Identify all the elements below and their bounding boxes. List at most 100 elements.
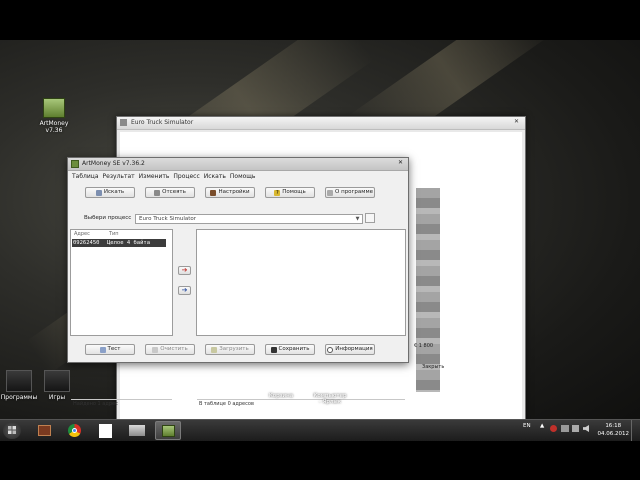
process-value: Euro Truck Simulator [139,216,197,222]
taskbar: EN ▲ 16:18 04.06.2012 [0,419,640,441]
address-table-panel[interactable]: В таблице 0 адресов [196,229,406,407]
taskbar-app-ets[interactable] [124,421,150,440]
folder-games[interactable]: Игры [40,370,74,401]
close-icon[interactable]: ✕ [396,159,405,167]
antivirus-icon[interactable] [550,425,557,432]
about-icon [327,189,334,196]
folder-label: Программы [0,394,38,401]
move-all-button[interactable]: ➔ [178,286,191,295]
ets-titlebar[interactable]: Euro Truck Simulator ✕ [117,117,525,130]
taskbar-app-artmoney[interactable] [155,421,181,440]
search-results-panel[interactable]: Адрес Тип 09262450 Целое 4 байта Найдено… [70,229,173,407]
clear-button[interactable]: Очистить [145,344,195,355]
process-label: Выбери процесс [84,215,132,221]
start-button[interactable] [3,422,21,439]
search-icon [95,189,102,196]
info-button-label: Информация [335,346,373,352]
ets-title: Euro Truck Simulator [131,119,194,126]
arrow-right-icon: ➔ [181,286,188,294]
clock-date: 04.06.2012 [597,431,630,437]
about-button-label: О программе [335,189,373,195]
folder-programs[interactable]: Программы [0,370,38,401]
row-type: Целое 4 байта [107,240,151,246]
ets-app-icon [120,119,127,126]
close-icon[interactable]: ✕ [512,118,521,126]
status-table-count: В таблице 0 адресов [197,399,405,407]
volume-icon[interactable] [583,425,589,432]
desktop: ArtMoney v7.36 Euro Truck Simulator ✕ € … [0,40,640,440]
desktop-label: v7.36 [45,127,63,134]
ets-side-strip [416,188,440,392]
artmoney-titlebar[interactable]: ArtMoney SE v7.36.2 ✕ [68,158,408,171]
window-icon [99,424,112,438]
sift-icon [154,189,161,196]
settings-button[interactable]: Настройки [205,187,255,198]
menu-edit[interactable]: Изменить [139,173,170,180]
desktop-label: ArtMoney [39,120,69,127]
help-icon: ? [274,189,281,196]
table-row[interactable]: 09262450 Целое 4 байта [72,239,166,247]
computer-shortcut[interactable]: Компьютер - Ярлык [310,393,350,405]
test-button-label: Тест [107,346,121,352]
menu-result[interactable]: Результат [103,173,135,180]
chevron-up-icon[interactable]: ▲ [540,423,544,429]
artmoney-icon [162,425,175,437]
clock[interactable]: 16:18 04.06.2012 [598,422,630,438]
search-button-label: Искать [103,189,125,195]
about-button[interactable]: О программе [325,187,375,198]
test-button[interactable]: Тест [85,344,135,355]
artmoney-window[interactable]: ArtMoney SE v7.36.2 ✕ Таблица Результат … [67,157,409,407]
save-icon [270,346,277,353]
save-button[interactable]: Сохранить [265,344,315,355]
help-button[interactable]: ? Помощь [265,187,315,198]
chevron-down-icon[interactable]: ▼ [354,215,361,223]
column-address[interactable]: Адрес [74,231,90,237]
show-desktop-button[interactable] [631,420,640,441]
status-found: Найдено 1 адрес [71,399,172,407]
menu-process[interactable]: Процесс [173,173,199,180]
film-icon [38,425,51,436]
language-indicator[interactable]: EN [523,423,531,429]
info-button[interactable]: Информация [325,344,375,355]
settings-button-label: Настройки [218,189,250,195]
taskbar-app-chrome[interactable] [62,421,88,440]
flag-icon[interactable] [561,425,569,432]
chrome-icon [68,424,81,437]
load-button-label: Загрузить [219,346,249,352]
clear-button-label: Очистить [160,346,188,352]
taskbar-app-explorer[interactable] [32,421,58,440]
menu-help[interactable]: Помощь [230,173,256,180]
menu-bar: Таблица Результат Изменить Процесс Искат… [72,173,255,180]
transfer-controls: ➔ ➔ [175,229,194,336]
artmoney-app-icon [71,160,79,168]
ets-price-text: € 1 800 [414,343,434,349]
save-button-label: Сохранить [278,346,310,352]
windows-logo-icon [8,426,16,434]
help-button-label: Помощь [282,189,306,195]
process-select[interactable]: Euro Truck Simulator ▼ [135,214,363,224]
sift-button[interactable]: Отсеять [145,187,195,198]
artmoney-title: ArtMoney SE v7.36.2 [82,160,145,167]
folder-icon [6,370,32,392]
recycle-bin-label[interactable]: Корзина [266,393,296,399]
results-header: Адрес Тип [71,230,172,238]
move-right-button[interactable]: ➔ [178,266,191,275]
menu-search[interactable]: Искать [204,173,226,180]
menu-table[interactable]: Таблица [72,173,99,180]
ets-close-link[interactable]: Закрыть [422,364,444,370]
load-button[interactable]: Загрузить [205,344,255,355]
folder-icon [211,346,218,353]
computer-label: - Ярлык [318,399,342,405]
truck-icon [129,425,145,436]
test-icon [99,346,106,353]
taskbar-app-blank[interactable] [93,421,119,440]
clear-icon [152,346,159,353]
sift-button-label: Отсеять [162,189,186,195]
arrow-right-icon: ➔ [181,266,188,274]
network-icon[interactable] [572,425,579,432]
search-button[interactable]: Искать [85,187,135,198]
column-type[interactable]: Тип [109,231,119,237]
process-refresh-button[interactable] [365,213,375,223]
settings-icon [210,189,217,196]
artmoney-desktop-shortcut[interactable]: ArtMoney v7.36 [36,98,72,134]
